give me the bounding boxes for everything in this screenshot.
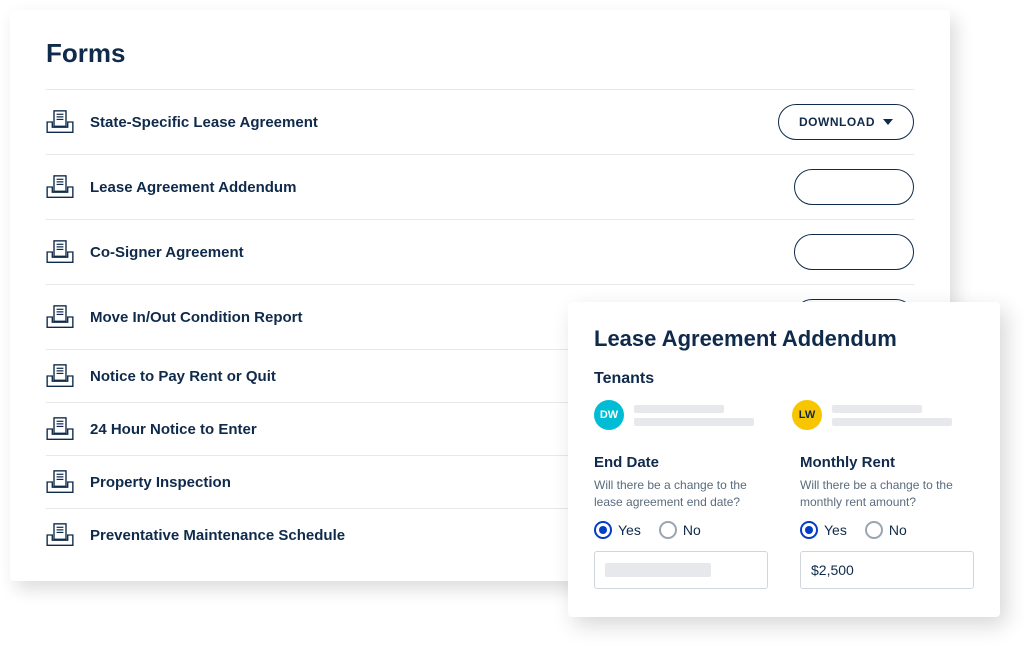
placeholder-icon	[634, 405, 724, 413]
document-tray-icon	[46, 240, 74, 264]
form-label: Lease Agreement Addendum	[90, 179, 794, 196]
document-tray-icon	[46, 305, 74, 329]
action-button[interactable]	[794, 169, 914, 205]
end-date-subtext: Will there be a change to the lease agre…	[594, 477, 768, 511]
lease-addendum-modal: Lease Agreement Addendum Tenants DW LW E…	[568, 302, 1000, 617]
monthly-rent-col: Monthly Rent Will there be a change to t…	[800, 454, 974, 589]
avatar: LW	[792, 400, 822, 430]
caret-down-icon	[883, 119, 893, 125]
document-tray-icon	[46, 470, 74, 494]
questions-row: End Date Will there be a change to the l…	[594, 454, 974, 589]
monthly-rent-value: $2,500	[811, 562, 854, 578]
end-date-no-radio[interactable]: No	[659, 521, 701, 539]
end-date-col: End Date Will there be a change to the l…	[594, 454, 768, 589]
radio-label: Yes	[824, 522, 847, 538]
form-label: State-Specific Lease Agreement	[90, 114, 778, 131]
placeholder-block	[605, 563, 711, 577]
action-button[interactable]	[794, 234, 914, 270]
radio-icon	[865, 521, 883, 539]
form-row: Lease Agreement Addendum	[46, 154, 914, 219]
modal-title: Lease Agreement Addendum	[594, 326, 974, 352]
forms-title: Forms	[46, 38, 914, 69]
radio-icon	[800, 521, 818, 539]
end-date-yes-radio[interactable]: Yes	[594, 521, 641, 539]
monthly-rent-yes-radio[interactable]: Yes	[800, 521, 847, 539]
placeholder-icon	[832, 418, 952, 426]
radio-label: No	[889, 522, 907, 538]
radio-icon	[594, 521, 612, 539]
document-tray-icon	[46, 364, 74, 388]
placeholder-icon	[634, 418, 754, 426]
tenants-row: DW LW	[594, 400, 974, 430]
end-date-heading: End Date	[594, 454, 768, 471]
document-tray-icon	[46, 175, 74, 199]
document-tray-icon	[46, 110, 74, 134]
form-label: Co-Signer Agreement	[90, 244, 794, 261]
placeholder-icon	[832, 405, 922, 413]
radio-label: No	[683, 522, 701, 538]
form-row: Co-Signer Agreement	[46, 219, 914, 284]
monthly-rent-heading: Monthly Rent	[800, 454, 974, 471]
tenant-item: LW	[792, 400, 952, 430]
download-button[interactable]: DOWNLOAD	[778, 104, 914, 140]
document-tray-icon	[46, 417, 74, 441]
tenants-heading: Tenants	[594, 370, 974, 388]
end-date-input[interactable]	[594, 551, 768, 589]
end-date-radio-group: Yes No	[594, 521, 768, 539]
document-tray-icon	[46, 523, 74, 547]
avatar: DW	[594, 400, 624, 430]
monthly-rent-radio-group: Yes No	[800, 521, 974, 539]
monthly-rent-no-radio[interactable]: No	[865, 521, 907, 539]
radio-icon	[659, 521, 677, 539]
tenant-placeholder	[832, 405, 952, 426]
tenant-placeholder	[634, 405, 754, 426]
monthly-rent-subtext: Will there be a change to the monthly re…	[800, 477, 974, 511]
download-label: DOWNLOAD	[799, 115, 875, 129]
radio-label: Yes	[618, 522, 641, 538]
monthly-rent-input[interactable]: $2,500	[800, 551, 974, 589]
tenant-item: DW	[594, 400, 754, 430]
form-row: State-Specific Lease Agreement DOWNLOAD	[46, 89, 914, 154]
